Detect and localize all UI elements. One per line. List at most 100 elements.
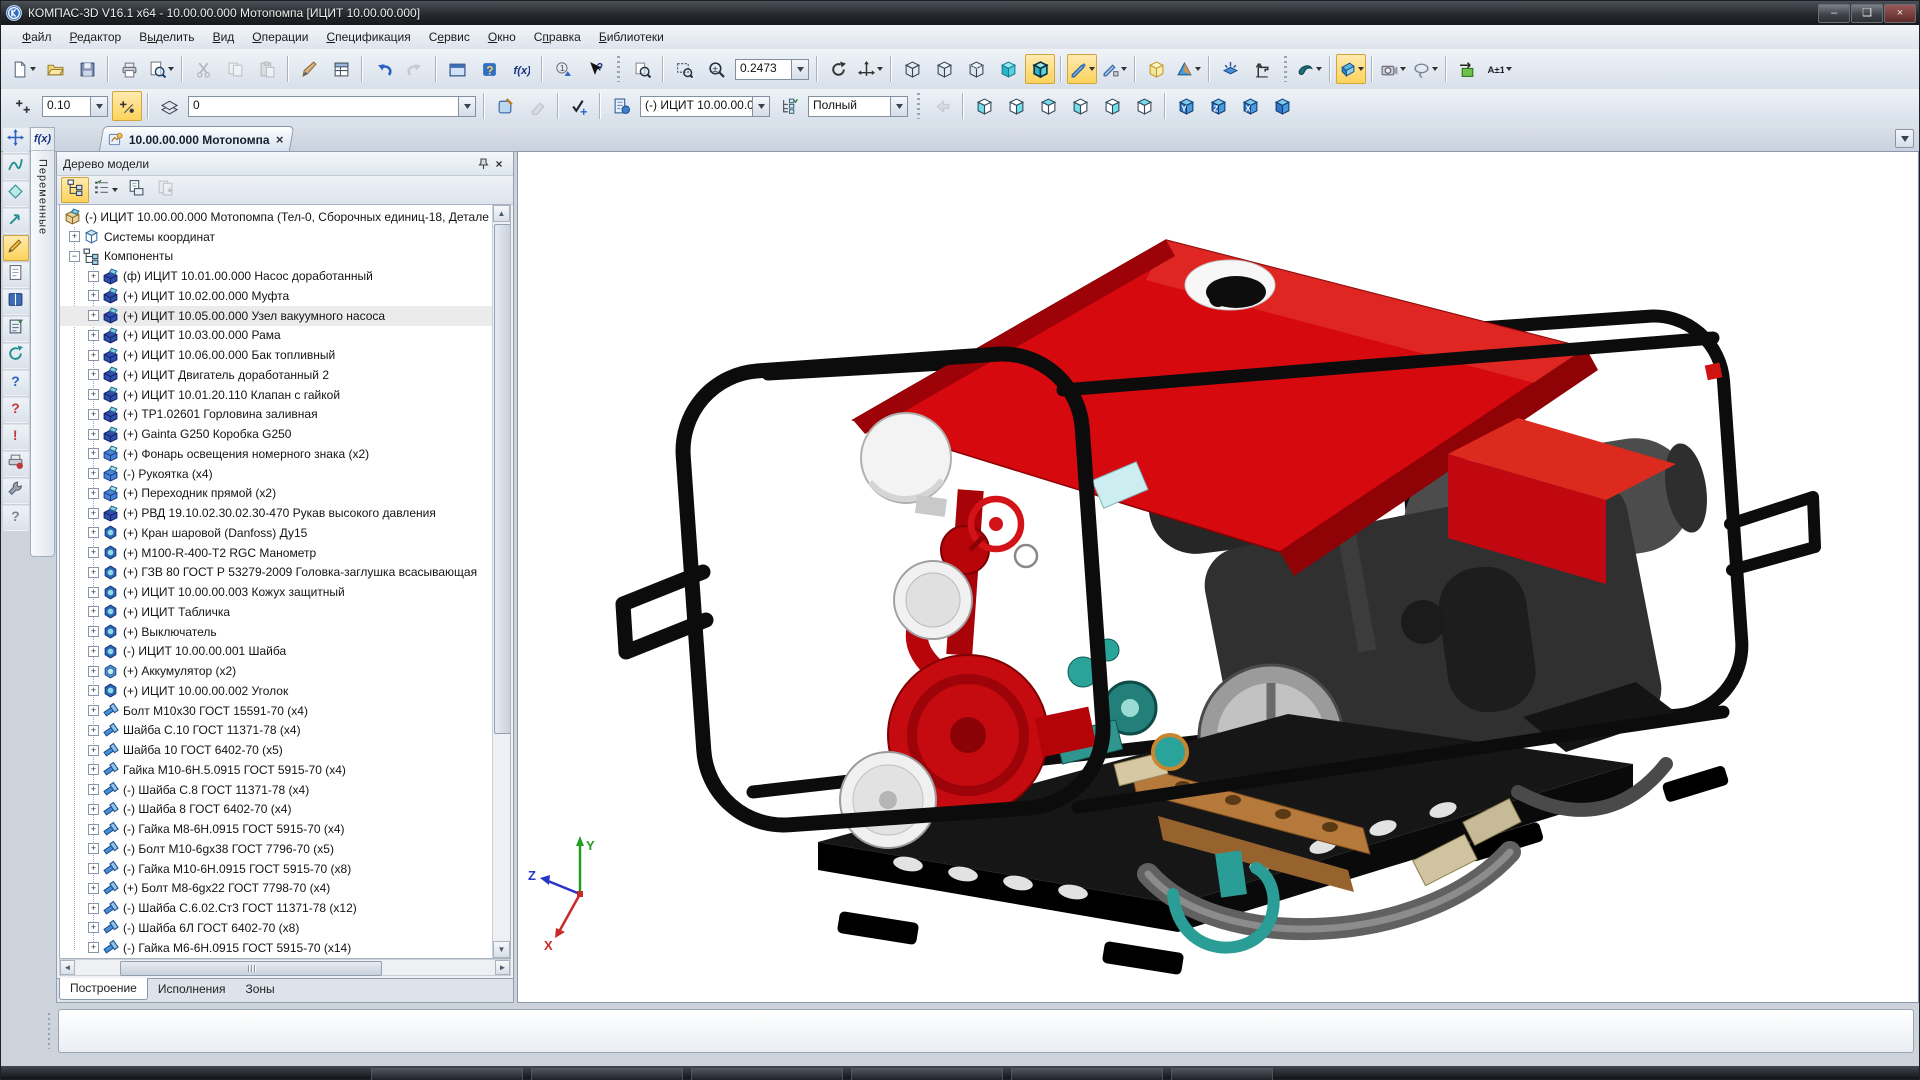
erase-button[interactable] (522, 91, 552, 121)
compact-aux-geometry[interactable] (3, 208, 29, 234)
tree-row-34[interactable]: +(-) Гайка М10-6Н.0915 ГОСТ 5915-70 (x8) (60, 859, 493, 879)
tree-row-36[interactable]: +(-) Шайба С.6.02.Ст3 ГОСТ 11371-78 (x12… (60, 898, 493, 918)
tree-expander-icon[interactable]: + (88, 409, 99, 420)
scroll-left-icon[interactable]: ◄ (60, 960, 75, 975)
select-loop-button[interactable] (1410, 54, 1440, 84)
tree-expander-icon[interactable]: + (88, 666, 99, 677)
isometry-xyz-button[interactable]: Y (1171, 91, 1201, 121)
tree-expander-icon[interactable]: + (88, 271, 99, 282)
scroll-up-icon[interactable]: ▲ (493, 205, 510, 222)
tree-tab-2[interactable]: Исполнения (148, 979, 236, 1000)
tree-expander-icon[interactable]: + (88, 587, 99, 598)
layers-button[interactable] (154, 91, 184, 121)
rebuild-model-button[interactable] (1452, 54, 1482, 84)
tree-row-28[interactable]: +Шайба 10 ГОСТ 6402-70 (x5) (60, 740, 493, 760)
compact-specification[interactable] (3, 316, 29, 342)
tree-row-2[interactable]: +Системы координат (60, 227, 493, 247)
view-top-button[interactable] (1033, 91, 1063, 121)
copy-properties-button[interactable] (294, 54, 324, 84)
tree-horizontal-scrollbar[interactable]: ◄ ► (59, 959, 511, 976)
copy-button[interactable] (220, 54, 250, 84)
tree-expander-icon[interactable]: + (88, 745, 99, 756)
current-component-button[interactable] (606, 91, 636, 121)
tree-row-10[interactable]: +(+) ИЦИТ 10.01.20.110 Клапан с гайкой (60, 385, 493, 405)
chevron-down-icon[interactable] (752, 97, 769, 116)
zoom-scale-combo[interactable]: 0.2473 (735, 59, 809, 80)
tree-expander-icon[interactable]: + (88, 705, 99, 716)
save-button[interactable] (72, 54, 102, 84)
previous-view-button[interactable] (927, 91, 957, 121)
display-no-hidden-button[interactable] (929, 54, 959, 84)
tree-row-14[interactable]: +(-) Рукоятка (x4) (60, 464, 493, 484)
current-step-button[interactable] (8, 91, 38, 121)
toolbar-drag-handle[interactable] (1281, 56, 1290, 82)
chevron-down-icon[interactable] (112, 188, 118, 192)
display-variant-button[interactable] (774, 91, 804, 121)
scrollbar-thumb[interactable] (120, 961, 382, 976)
isometry-zxy-button[interactable]: X (1235, 91, 1265, 121)
scroll-down-icon[interactable]: ▼ (493, 941, 510, 958)
saved-views-button[interactable] (1378, 54, 1408, 84)
tree-expander-icon[interactable]: + (88, 784, 99, 795)
tree-row-27[interactable]: +Шайба С.10 ГОСТ 11371-78 (x4) (60, 721, 493, 741)
chevron-down-icon[interactable] (1358, 67, 1364, 71)
tree-expander-icon[interactable]: + (88, 369, 99, 380)
close-icon[interactable]: × (491, 156, 507, 172)
compact-surfaces[interactable] (3, 181, 29, 207)
sketch-button[interactable] (490, 91, 520, 121)
tree-expander-icon[interactable]: + (88, 606, 99, 617)
tree-row-21[interactable]: +(+) ИЦИТ Табличка (60, 602, 493, 622)
scrollbar-thumb[interactable] (494, 224, 511, 734)
tree-row-33[interactable]: +(-) Болт М10-6gх38 ГОСТ 7796-70 (x5) (60, 839, 493, 859)
chevron-down-icon[interactable] (1316, 67, 1322, 71)
new-document-button[interactable] (8, 54, 38, 84)
tree-expander-icon[interactable]: + (88, 527, 99, 538)
tab-overflow-button[interactable] (1895, 129, 1914, 148)
tree-row-25[interactable]: +(+) ИЦИТ 10.00.00.002 Уголок (60, 681, 493, 701)
model-section-button[interactable] (1294, 54, 1324, 84)
tree-row-18[interactable]: +(+) М100-R-400-Т2 RGC Манометр (60, 543, 493, 563)
tree-composition-button[interactable] (91, 177, 119, 203)
taskbar-button[interactable] (691, 1068, 843, 1080)
tree-expander-icon[interactable]: + (88, 488, 99, 499)
view-back-button[interactable] (1001, 91, 1031, 121)
view-right-button[interactable] (1129, 91, 1159, 121)
accuracy-button[interactable]: A±1 (1484, 54, 1514, 84)
taskbar-button[interactable] (531, 1068, 683, 1080)
tree-expander-icon[interactable]: + (88, 922, 99, 933)
chevron-down-icon[interactable] (877, 67, 883, 71)
maximize-button[interactable]: ❑ (1851, 4, 1883, 23)
tree-row-6[interactable]: +(+) ИЦИТ 10.05.00.000 Узел вакуумного н… (60, 306, 493, 326)
tree-expander-icon[interactable]: + (88, 468, 99, 479)
menu-9[interactable]: Справка (525, 27, 590, 47)
tree-row-13[interactable]: +(+) Фонарь освещения номерного знака (x… (60, 444, 493, 464)
chevron-down-icon[interactable] (1121, 67, 1127, 71)
menu-2[interactable]: Редактор (61, 27, 131, 47)
chevron-down-icon[interactable] (1432, 67, 1438, 71)
section-display-button[interactable] (1099, 54, 1129, 84)
pan-view-button[interactable] (855, 54, 885, 84)
dimetry-button[interactable] (1267, 91, 1297, 121)
redo-button[interactable] (400, 54, 430, 84)
close-button[interactable]: × (1884, 4, 1916, 23)
pin-icon[interactable] (475, 156, 491, 172)
tree-row-4[interactable]: +(ф) ИЦИТ 10.01.00.000 Насос доработанны… (60, 266, 493, 286)
tree-row-5[interactable]: +(+) ИЦИТ 10.02.00.000 Муфта (60, 286, 493, 306)
properties-button[interactable] (326, 54, 356, 84)
tab-close-icon[interactable]: × (276, 133, 284, 146)
tree-expander-icon[interactable]: + (88, 942, 99, 953)
taskbar-button[interactable] (371, 1068, 523, 1080)
variables-window-button[interactable] (442, 54, 472, 84)
zoom-area-button[interactable] (669, 54, 699, 84)
compact-print[interactable] (3, 451, 29, 477)
tree-row-37[interactable]: +(-) Шайба 6Л ГОСТ 6402-70 (x8) (60, 918, 493, 938)
tree-row-23[interactable]: +(-) ИЦИТ 10.00.00.001 Шайба (60, 642, 493, 662)
tree-expander-icon[interactable]: + (88, 646, 99, 657)
menu-3[interactable]: Выделить (130, 27, 203, 47)
tree-expander-icon[interactable]: − (69, 251, 80, 262)
print-preview-button[interactable] (146, 54, 176, 84)
zoom-in-out-button[interactable]: ± (701, 54, 731, 84)
context-help-button[interactable]: ? (580, 54, 610, 84)
moving-components-button[interactable] (1247, 54, 1277, 84)
tree-expander-icon[interactable]: + (88, 804, 99, 815)
